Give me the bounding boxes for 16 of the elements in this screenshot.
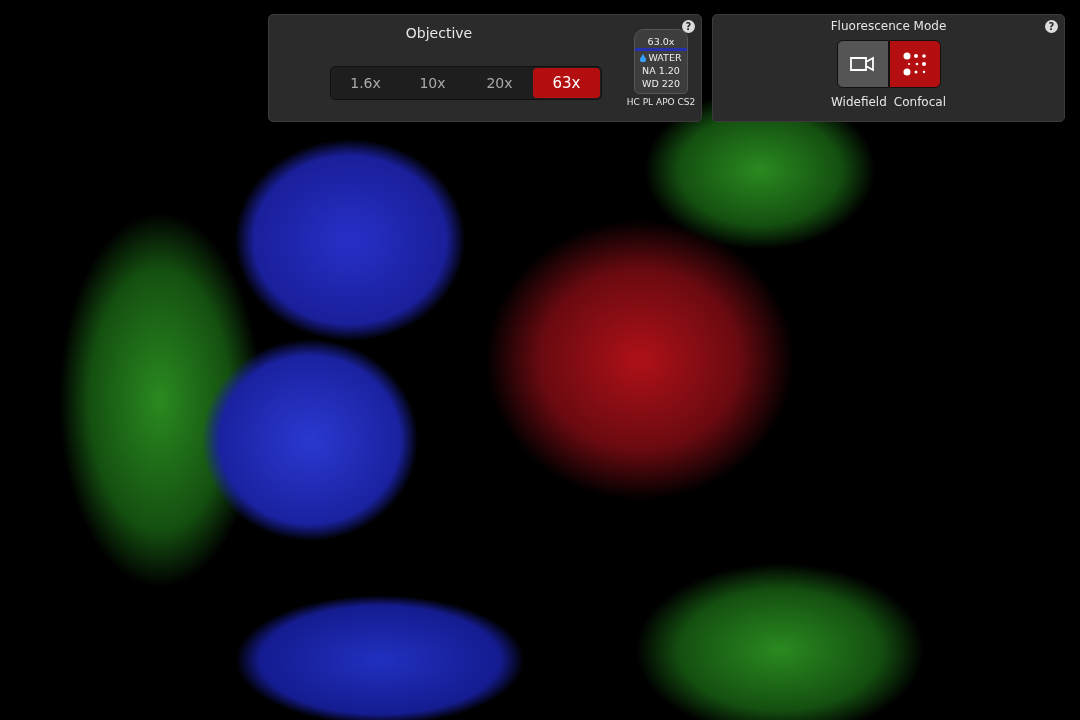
lens-name: HC PL APO CS2	[626, 97, 696, 107]
help-icon[interactable]: ?	[682, 20, 695, 33]
mode-label: Confocal	[893, 95, 946, 109]
dot-grid-icon	[902, 52, 927, 76]
panel-title: Fluorescence Mode	[830, 19, 947, 33]
panel-title: Objective	[404, 25, 474, 41]
camera-icon	[850, 56, 875, 72]
mode-button[interactable]	[836, 40, 889, 88]
objective-lens-badge: 63.0x WATER NA 1.20 WD 220	[634, 29, 688, 94]
objective-option[interactable]: 20x	[466, 68, 533, 98]
help-icon[interactable]: ?	[1045, 20, 1058, 33]
objective-option[interactable]: 1.6x	[332, 68, 399, 98]
mode-label: Widefield	[831, 95, 887, 109]
objective-option[interactable]: 10x	[399, 68, 466, 98]
mode-button[interactable]	[888, 40, 941, 88]
objective-option[interactable]: 63x	[533, 68, 600, 98]
